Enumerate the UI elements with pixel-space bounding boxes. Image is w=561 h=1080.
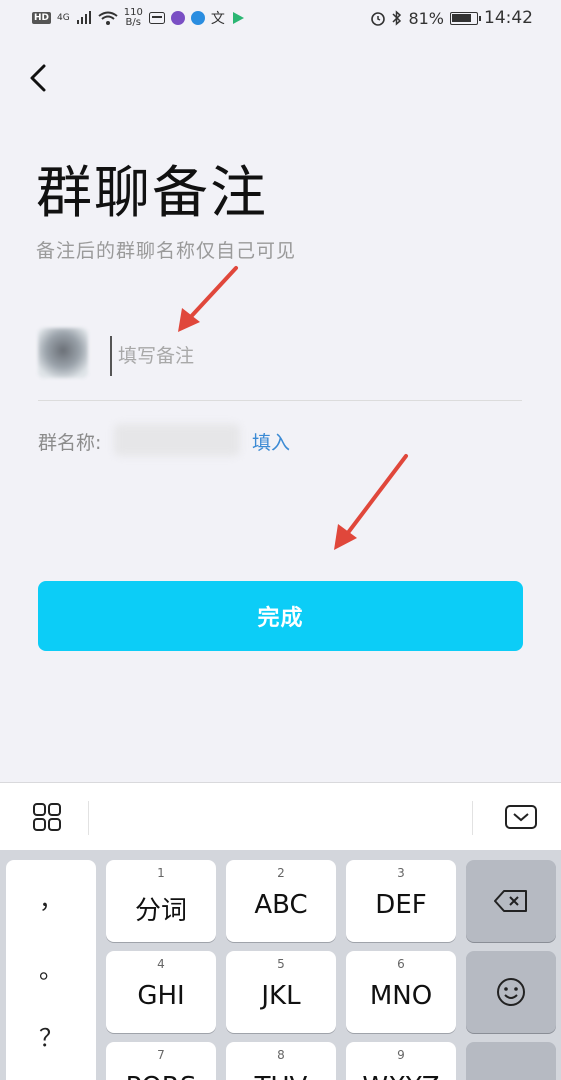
key-number: 2 bbox=[277, 866, 285, 880]
punct-key[interactable]: 。 bbox=[6, 950, 96, 985]
remark-input[interactable] bbox=[110, 336, 520, 376]
key-2[interactable]: 2 ABC bbox=[226, 860, 336, 942]
annotation-arrows bbox=[178, 266, 408, 550]
key-label: 分词 bbox=[134, 896, 187, 926]
keyboard-notify-icon bbox=[148, 12, 165, 24]
group-name-label: 群名称: bbox=[38, 432, 102, 454]
group-avatar bbox=[38, 328, 88, 378]
key-label: GHI bbox=[137, 981, 185, 1011]
page-title: 群聊备注 bbox=[36, 161, 268, 226]
function-key[interactable] bbox=[466, 1042, 556, 1080]
annotation-arrow-2 bbox=[334, 454, 408, 550]
page-subtitle: 备注后的群聊名称仅自己可见 bbox=[36, 240, 297, 262]
emoji-icon bbox=[497, 978, 525, 1006]
browser-icon bbox=[190, 11, 205, 25]
toolbar-divider bbox=[472, 801, 473, 835]
keyboard-layout-button[interactable] bbox=[22, 799, 72, 835]
key-label: MNO bbox=[369, 981, 433, 1011]
back-chevron-icon bbox=[30, 64, 46, 92]
keyboard-toolbar bbox=[0, 782, 561, 850]
wifi-icon bbox=[98, 11, 118, 25]
key-number: 1 bbox=[157, 866, 165, 880]
backspace-key[interactable] bbox=[466, 860, 556, 942]
app-icon-purple bbox=[170, 11, 185, 25]
key-number: 8 bbox=[277, 1048, 285, 1062]
key-number: 7 bbox=[157, 1048, 165, 1062]
keyboard-hide-button[interactable] bbox=[496, 799, 546, 835]
key-label: PQRS bbox=[106, 1072, 216, 1080]
alarm-icon bbox=[371, 12, 386, 26]
network-gen: 4G bbox=[57, 12, 70, 23]
key-label: WXYZ bbox=[346, 1072, 456, 1080]
key-label: JKL bbox=[261, 981, 301, 1011]
punctuation-column[interactable]: ， 。 ？ ！ bbox=[6, 860, 96, 1080]
key-4[interactable]: 4 GHI bbox=[106, 951, 216, 1033]
status-right: 81% 14:42 bbox=[370, 8, 533, 28]
annotation-arrow-1 bbox=[178, 266, 238, 332]
key-number: 3 bbox=[397, 866, 405, 880]
status-left: HD 4G 110 B/s 文 bbox=[32, 8, 245, 28]
back-button[interactable] bbox=[18, 56, 58, 100]
key-label: ABC bbox=[254, 890, 308, 920]
keyboard-hide-icon bbox=[505, 805, 537, 829]
translate-icon: 文 bbox=[210, 11, 225, 27]
done-button[interactable]: 完成 bbox=[38, 581, 523, 651]
key-8[interactable]: 8 TUV bbox=[226, 1042, 336, 1080]
toolbar-divider bbox=[88, 801, 89, 835]
clock: 14:42 bbox=[484, 8, 533, 28]
signal-icon bbox=[76, 11, 91, 24]
key-number: 4 bbox=[157, 957, 165, 971]
key-5[interactable]: 5 JKL bbox=[226, 951, 336, 1033]
hd-badge: HD bbox=[32, 12, 52, 24]
key-3[interactable]: 3 DEF bbox=[346, 860, 456, 942]
keyboard: ， 。 ？ ！ 1 分词 2 ABC 3 DEF 4 GHI 5 JKL 6 M… bbox=[0, 850, 561, 1080]
punct-key[interactable]: ？ bbox=[6, 1018, 96, 1053]
key-number: 6 bbox=[397, 957, 405, 971]
key-label: TUV bbox=[226, 1072, 336, 1080]
key-9[interactable]: 9 WXYZ bbox=[346, 1042, 456, 1080]
key-label: DEF bbox=[375, 890, 427, 920]
emoji-key[interactable] bbox=[466, 951, 556, 1033]
net-speed-unit: B/s bbox=[125, 17, 141, 28]
group-name-value-blurred bbox=[114, 424, 240, 456]
battery-percent: 81% bbox=[408, 8, 444, 28]
bluetooth-icon bbox=[392, 10, 402, 26]
play-icon bbox=[232, 12, 244, 24]
battery-icon bbox=[450, 11, 481, 25]
key-6[interactable]: 6 MNO bbox=[346, 951, 456, 1033]
key-number: 9 bbox=[397, 1048, 405, 1062]
key-1[interactable]: 1 分词 bbox=[106, 860, 216, 942]
key-7[interactable]: 7 PQRS bbox=[106, 1042, 216, 1080]
punct-key[interactable]: ， bbox=[6, 880, 96, 915]
fill-in-link[interactable]: 填入 bbox=[252, 428, 290, 455]
input-divider bbox=[38, 400, 522, 401]
grid-icon bbox=[33, 803, 61, 831]
backspace-icon bbox=[494, 890, 527, 912]
net-speed: 110 B/s bbox=[124, 8, 143, 28]
status-bar: HD 4G 110 B/s 文 81% 14:42 bbox=[0, 0, 561, 40]
key-number: 5 bbox=[277, 957, 285, 971]
